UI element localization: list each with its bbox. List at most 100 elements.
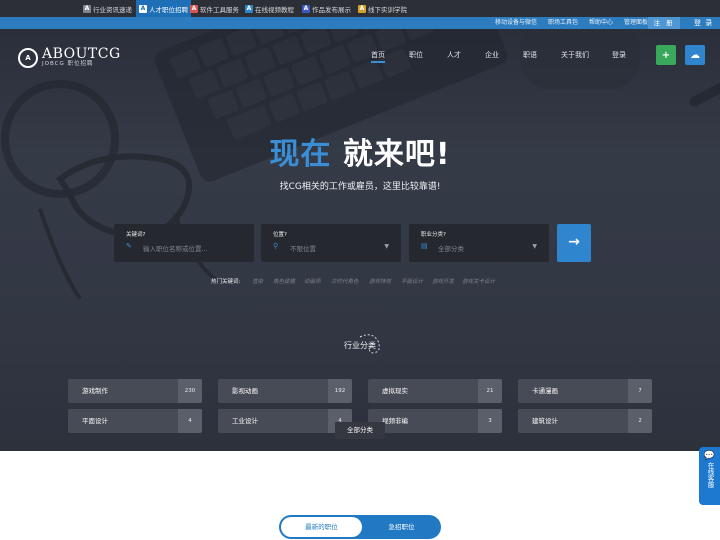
site-link-news[interactable]: A 行业资讯速递: [80, 2, 135, 15]
category-count: 7: [628, 379, 652, 403]
hero-tagline: 找CG相关的工作或雇员，这里比较靠谱!: [279, 182, 441, 192]
site-logo-icon: A: [139, 4, 147, 13]
online-support-label: 在线客服: [706, 462, 714, 488]
category-name: 平面设计: [82, 417, 108, 425]
site-logo[interactable]: A ABOUTCG JOBCG 职位招聘: [18, 47, 121, 68]
site-logo-icon: A: [358, 4, 366, 13]
category-name: 建筑设计: [532, 417, 558, 425]
hot-keyword[interactable]: 游戏开发: [432, 277, 454, 285]
location-select[interactable]: 位置? ⚲ 不限位置 ▼: [261, 224, 401, 262]
category-card[interactable]: 视频非编 3: [368, 409, 502, 433]
site-link-label: 软件工具服务: [200, 5, 239, 14]
logo-title: ABOUTCG: [42, 46, 121, 62]
headline-main: 就来吧!: [342, 137, 451, 172]
nav-jobs[interactable]: 职位: [409, 47, 423, 63]
category-name: 工业设计: [232, 417, 258, 425]
list-icon: ▤: [421, 242, 428, 250]
category-name: 视频非编: [382, 417, 408, 425]
logo-mark-icon: A: [18, 47, 38, 68]
site-link-label: 人才职位招聘: [149, 5, 188, 14]
site-switcher-bar: A 行业资讯速递 A 人才职位招聘 A 软件工具服务 A 在线视频教程 A 作品发布展示 …: [0, 0, 720, 17]
nav-home[interactable]: 首页: [371, 47, 385, 63]
site-logo-icon: A: [245, 4, 253, 13]
all-categories-button[interactable]: 全部分类: [335, 422, 385, 439]
keyword-input[interactable]: 输入职位名称或位置...: [143, 243, 208, 253]
category-count: 4: [178, 409, 202, 433]
site-link-label: 在线视频教程: [255, 5, 294, 14]
site-link-label: 线下实训学院: [368, 5, 407, 14]
hot-keyword[interactable]: 角色建模: [273, 277, 295, 285]
site-logo-icon: A: [83, 4, 91, 13]
hot-keywords-label: 热门关键词:: [211, 279, 241, 285]
plus-icon: +: [661, 49, 671, 61]
logo-subtitle: JOBCG 职位招聘: [42, 61, 94, 67]
dashed-swirl-decoration: [359, 334, 380, 354]
category-name: 游戏制作: [82, 387, 108, 395]
cloud-button[interactable]: ☁: [685, 45, 705, 65]
category-count: 230: [178, 379, 202, 403]
category-count: 2: [628, 409, 652, 433]
category-count: 192: [328, 379, 352, 403]
nav-talent[interactable]: 人才: [447, 47, 461, 63]
chevron-down-icon: ▼: [384, 243, 389, 250]
category-count: 3: [478, 409, 502, 433]
hot-keyword[interactable]: 游戏关卡设计: [462, 277, 495, 285]
tab-urgent-jobs[interactable]: 急招职位: [364, 517, 439, 537]
keyword-label: 关键词?: [126, 232, 146, 238]
keyword-search-field[interactable]: 关键词? ✎ 输入职位名称或位置...: [114, 224, 254, 262]
online-support-widget[interactable]: 💬 在线客服: [699, 447, 720, 505]
arrow-right-icon: →: [568, 234, 580, 250]
category-count: 21: [478, 379, 502, 403]
nav-companies[interactable]: 企业: [485, 47, 499, 63]
post-job-button[interactable]: +: [656, 45, 676, 65]
chevron-down-icon: ▼: [532, 243, 537, 250]
category-card[interactable]: 平面设计 4: [68, 409, 202, 433]
site-logo-icon: A: [190, 4, 198, 13]
location-value: 不限位置: [290, 245, 316, 253]
site-link-works[interactable]: A 作品发布展示: [299, 2, 354, 15]
utility-bar: 移动设备与微信 职场工具包 帮助中心 管理面板 注 册 登 录: [0, 17, 720, 29]
site-link-software[interactable]: A 软件工具服务: [187, 2, 242, 15]
register-button[interactable]: 注 册: [648, 17, 680, 29]
hot-keyword[interactable]: 渲染: [252, 277, 263, 285]
category-value: 全部分类: [438, 245, 464, 253]
chat-bubble-icon: 💬: [703, 451, 716, 461]
category-name: 影视动画: [232, 387, 258, 395]
site-link-label: 作品发布展示: [312, 5, 351, 14]
nav-login[interactable]: 登录: [612, 47, 626, 63]
hot-keyword[interactable]: 次时代角色: [331, 277, 359, 285]
hero-section: A ABOUTCG JOBCG 职位招聘 首页 职位 人才 企业 职语 关于我们…: [0, 29, 720, 451]
hot-keyword[interactable]: 游戏特效: [369, 277, 391, 285]
hot-keyword[interactable]: 平面设计: [401, 277, 423, 285]
site-logo-icon: A: [302, 4, 310, 13]
category-card[interactable]: 游戏制作 230: [68, 379, 202, 403]
site-link-jobs[interactable]: A 人才职位招聘: [136, 0, 191, 17]
nav-about[interactable]: 关于我们: [561, 47, 589, 63]
hero-headline: 现在 就来吧!: [0, 129, 720, 173]
category-select[interactable]: 职业分类? ▤ 全部分类 ▼: [409, 224, 549, 262]
link-career-tools[interactable]: 职场工具包: [548, 17, 578, 29]
nav-career-talk[interactable]: 职语: [523, 47, 537, 63]
hot-keyword[interactable]: 动画师: [304, 277, 321, 285]
category-card[interactable]: 虚拟现实 21: [368, 379, 502, 403]
job-list-tabs: 最新的职位 急招职位: [279, 515, 441, 539]
search-submit-button[interactable]: →: [557, 224, 591, 262]
category-name: 虚拟现实: [382, 387, 408, 395]
login-link[interactable]: 登 录: [694, 17, 713, 29]
site-link-academy[interactable]: A 线下实训学院: [355, 2, 410, 15]
link-help-center[interactable]: 帮助中心: [589, 17, 613, 29]
category-card[interactable]: 工业设计 4: [218, 409, 352, 433]
cloud-icon: ☁: [690, 49, 700, 61]
category-card[interactable]: 建筑设计 2: [518, 409, 652, 433]
category-card[interactable]: 卡通漫画 7: [518, 379, 652, 403]
site-link-label: 行业资讯速递: [93, 5, 132, 14]
category-name: 卡通漫画: [532, 387, 558, 395]
site-link-video[interactable]: A 在线视频教程: [242, 2, 297, 15]
tab-latest-jobs[interactable]: 最新的职位: [281, 517, 362, 537]
category-card[interactable]: 影视动画 192: [218, 379, 352, 403]
location-label: 位置?: [273, 232, 287, 238]
link-admin-panel[interactable]: 管理面板: [624, 17, 648, 29]
link-mobile-wechat[interactable]: 移动设备与微信: [495, 17, 537, 29]
edit-icon: ✎: [126, 242, 132, 250]
headline-highlight: 现在: [269, 137, 332, 172]
